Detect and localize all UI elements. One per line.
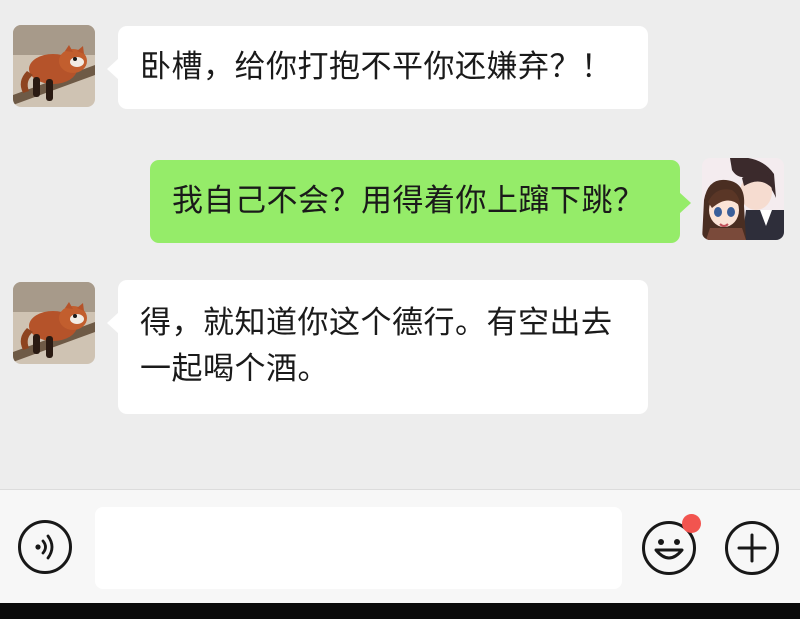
message-bubble[interactable]: 我自己不会？用得着你上蹿下跳？	[150, 160, 691, 243]
message-bubble[interactable]: 卧槽，给你打抱不平你还嫌弃？！	[107, 26, 648, 109]
message-bubble[interactable]: 得，就知道你这个德行。有空出去 一起喝个酒。	[107, 280, 648, 414]
more-button[interactable]	[724, 520, 780, 576]
notification-dot	[682, 514, 701, 533]
message-text: 卧槽，给你打抱不平你还嫌弃？！	[140, 49, 613, 85]
message-incoming: 卧槽，给你打抱不平你还嫌弃？！	[0, 0, 800, 130]
message-text: 我自己不会？用得着你上蹿下跳？	[172, 183, 645, 219]
red-panda-avatar[interactable]	[13, 282, 95, 364]
anime-couple-avatar[interactable]	[702, 158, 784, 240]
message-incoming: 得，就知道你这个德行。有空出去 一起喝个酒。	[0, 260, 800, 430]
voice-button[interactable]	[18, 520, 72, 574]
message-input[interactable]	[95, 507, 622, 589]
voice-icon	[35, 534, 54, 560]
plus-icon	[725, 521, 779, 575]
red-panda-avatar[interactable]	[13, 25, 95, 107]
chat-area: 卧槽，给你打抱不平你还嫌弃？！ 我自己不会？用得着你上蹿下跳？ 得，就知道你这个…	[0, 0, 800, 489]
bottom-edge	[0, 603, 800, 619]
message-outgoing: 我自己不会？用得着你上蹿下跳？	[0, 130, 800, 260]
message-text-line: 得，就知道你这个德行。有空出去	[140, 305, 613, 341]
message-text-line: 一起喝个酒。	[140, 351, 329, 387]
input-bar	[0, 489, 800, 603]
